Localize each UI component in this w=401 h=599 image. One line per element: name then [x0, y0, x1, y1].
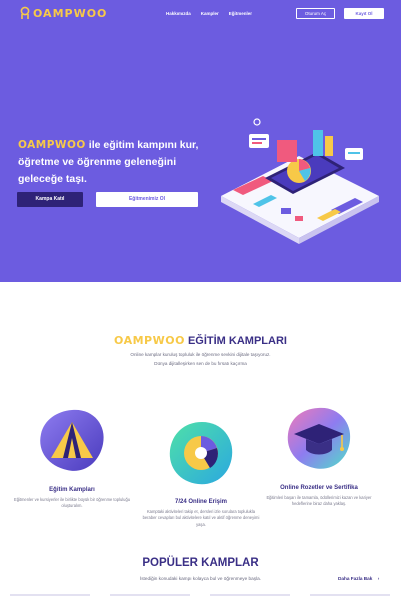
- feature-desc: Eğitmenler ve kursiyerler ile birlikte b…: [13, 497, 131, 509]
- hero-title: OAMPWOO ile eğitim kampını kur, öğretme …: [18, 137, 218, 188]
- camp-card-edge: [110, 594, 190, 596]
- nav-item-about[interactable]: Hakkımızda: [166, 11, 191, 16]
- more-link[interactable]: Daha Fazla Bak ›: [338, 576, 379, 581]
- feature-camps: Eğitim Kampları Eğitmenler ve kursiyerle…: [12, 408, 132, 510]
- chevron-right-icon: ›: [377, 576, 380, 581]
- feature-title: Online Rozetler ve Sertifika: [280, 485, 358, 491]
- feature-online-access: 7/24 Online Erişim Kamptaki aktiviteleri…: [141, 420, 261, 528]
- nav-item-instructors[interactable]: Eğitmenler: [229, 11, 252, 16]
- feature-desc: Eğitimleri başarı ile tamamla, ödüllerim…: [266, 495, 372, 507]
- feature-title: 7/24 Online Erişim: [174, 499, 228, 505]
- hero-brand: OAMPWOO: [18, 139, 86, 151]
- feature-title: Eğitim Kampları: [49, 487, 95, 493]
- camp-card-edge: [310, 594, 390, 596]
- feature-badges: Online Rozetler ve Sertifika Eğitimleri …: [259, 406, 379, 508]
- popular-title: POPÜLER KAMPLAR: [142, 557, 259, 569]
- section-subtitle: Online kamplar kuruluş topluluk ile öğre…: [0, 350, 401, 368]
- become-instructor-button[interactable]: Eğitmenimiz Ol: [96, 192, 198, 207]
- section-brand: OAMPWOO: [114, 334, 185, 347]
- camp-card-edge: [10, 594, 90, 596]
- camp-card-edge: [210, 594, 290, 596]
- section-subtitle-line-2: Dünya dijitalleşirken sen de bu fırsatı …: [154, 361, 247, 366]
- logo-text: OAMPWOO: [33, 6, 108, 20]
- login-button[interactable]: Oturum Aç: [296, 8, 335, 19]
- signup-button[interactable]: Kayıt Ol: [344, 8, 384, 19]
- camp-cards-peek: [0, 594, 401, 599]
- chart-circle-icon: [169, 422, 233, 485]
- nav-item-camps[interactable]: Kampler: [201, 11, 219, 16]
- join-camp-button[interactable]: Kampa Katıl: [17, 192, 83, 207]
- hero-section: OAMPWOO Hakkımızda Kampler Eğitmenler Ot…: [0, 0, 401, 282]
- section-title: OAMPWOO EĞİTİM KAMPLARI: [0, 334, 401, 347]
- main-nav: Hakkımızda Kampler Eğitmenler: [166, 11, 252, 16]
- more-link-label: Daha Fazla Bak: [338, 576, 373, 581]
- hero-illustration: [221, 118, 379, 244]
- logo[interactable]: OAMPWOO: [20, 6, 107, 20]
- graduation-cap-icon: [287, 407, 351, 469]
- logo-mark-icon: [20, 6, 30, 19]
- section-title-text: EĞİTİM KAMPLARI: [187, 335, 287, 347]
- feature-desc: Kamptaki aktiviteleri takip et, dersleri…: [142, 509, 260, 527]
- section-subtitle-line-1: Online kamplar kuruluş topluluk ile öğre…: [130, 352, 271, 357]
- tent-icon: [40, 409, 104, 471]
